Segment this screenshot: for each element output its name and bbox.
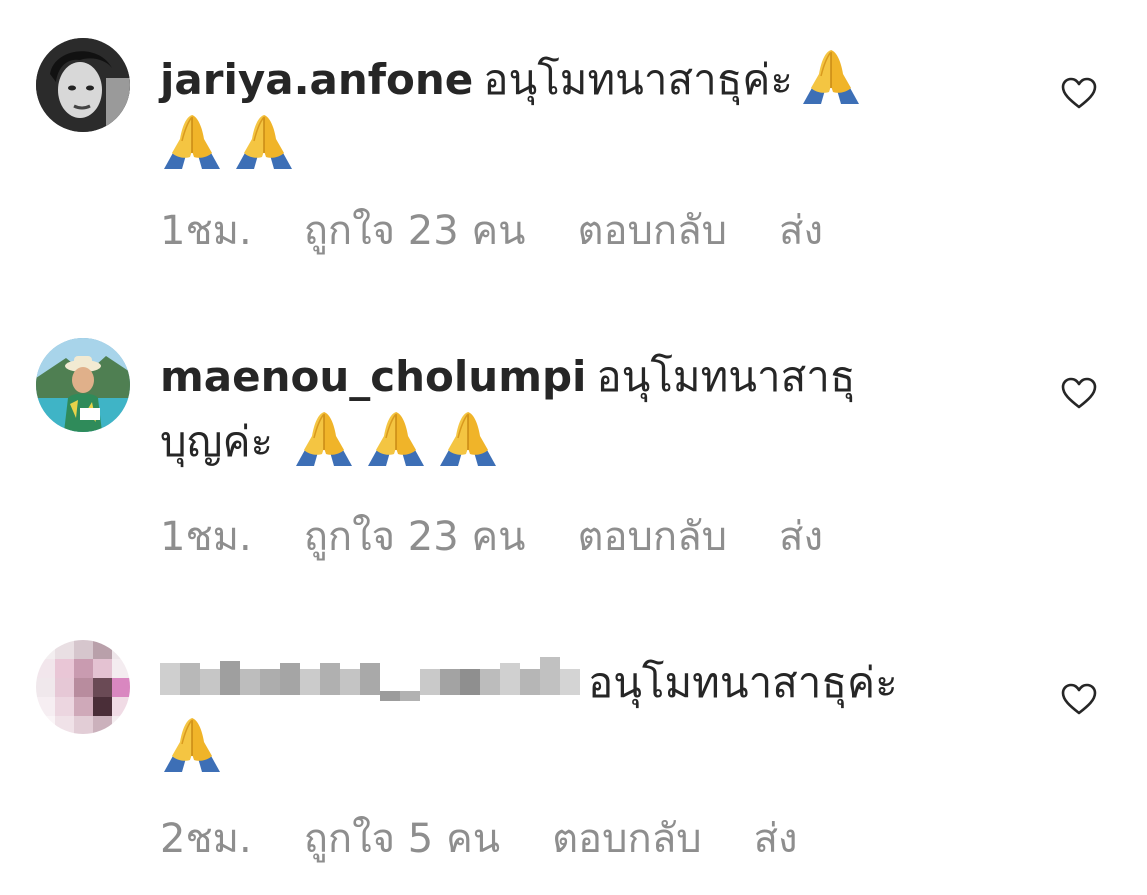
likes-count[interactable]: ถูกใจ 5 คน [304, 806, 500, 870]
comment-body: maenou_cholumpi อนุโมทนาสาธุ บุญค่ะ [160, 346, 960, 473]
like-button[interactable] [1060, 76, 1098, 110]
likes-count[interactable]: ถูกใจ 23 คน [304, 198, 526, 262]
like-button[interactable] [1060, 376, 1098, 410]
avatar[interactable] [36, 38, 130, 132]
folded-hands-emoji-icon [799, 46, 863, 104]
comment-body: อนุโมทนาสาธุค่ะ [160, 652, 960, 779]
comment-text: อนุโมทนาสาธุ [596, 352, 856, 401]
comment-text: อนุโมทนาสาธุค่ะ [588, 658, 898, 707]
profile-photo-icon [36, 38, 130, 132]
like-button[interactable] [1060, 682, 1098, 716]
timestamp: 1ชม. [160, 514, 252, 560]
folded-hands-emoji-icon [364, 408, 428, 466]
timestamp: 2ชม. [160, 816, 252, 862]
pixelated-username-icon [160, 657, 580, 701]
comment-meta: 1ชม. ถูกใจ 23 คน ตอบกลับ ส่ง [160, 198, 823, 262]
profile-photo-icon [36, 338, 130, 432]
heart-outline-icon [1061, 683, 1097, 715]
pixelated-avatar-icon [36, 640, 130, 734]
send-button[interactable]: ส่ง [754, 806, 798, 870]
send-button[interactable]: ส่ง [779, 198, 823, 262]
comment-body: jariya.anfone อนุโมทนาสาธุค่ะ [160, 46, 960, 176]
reply-button[interactable]: ตอบกลับ [578, 198, 728, 262]
avatar[interactable] [36, 338, 130, 432]
folded-hands-emoji-icon [160, 111, 224, 169]
username[interactable]: jariya.anfone [160, 55, 473, 104]
comment-meta: 2ชม. ถูกใจ 5 คน ตอบกลับ ส่ง [160, 806, 798, 870]
heart-outline-icon [1061, 377, 1097, 409]
reply-button[interactable]: ตอบกลับ [578, 504, 728, 568]
comment-text: อนุโมทนาสาธุค่ะ [483, 55, 793, 104]
timestamp: 1ชม. [160, 208, 252, 254]
username[interactable]: maenou_cholumpi [160, 352, 586, 401]
reply-button[interactable]: ตอบกลับ [552, 806, 702, 870]
likes-count[interactable]: ถูกใจ 23 คน [304, 504, 526, 568]
folded-hands-emoji-icon [160, 714, 224, 772]
folded-hands-emoji-icon [232, 111, 296, 169]
avatar[interactable] [36, 640, 130, 734]
heart-outline-icon [1061, 77, 1097, 109]
comment-text: บุญค่ะ [160, 417, 274, 466]
folded-hands-emoji-icon [292, 408, 356, 466]
send-button[interactable]: ส่ง [779, 504, 823, 568]
folded-hands-emoji-icon [436, 408, 500, 466]
username-pixelated[interactable] [160, 655, 580, 705]
comment-meta: 1ชม. ถูกใจ 23 คน ตอบกลับ ส่ง [160, 504, 823, 568]
